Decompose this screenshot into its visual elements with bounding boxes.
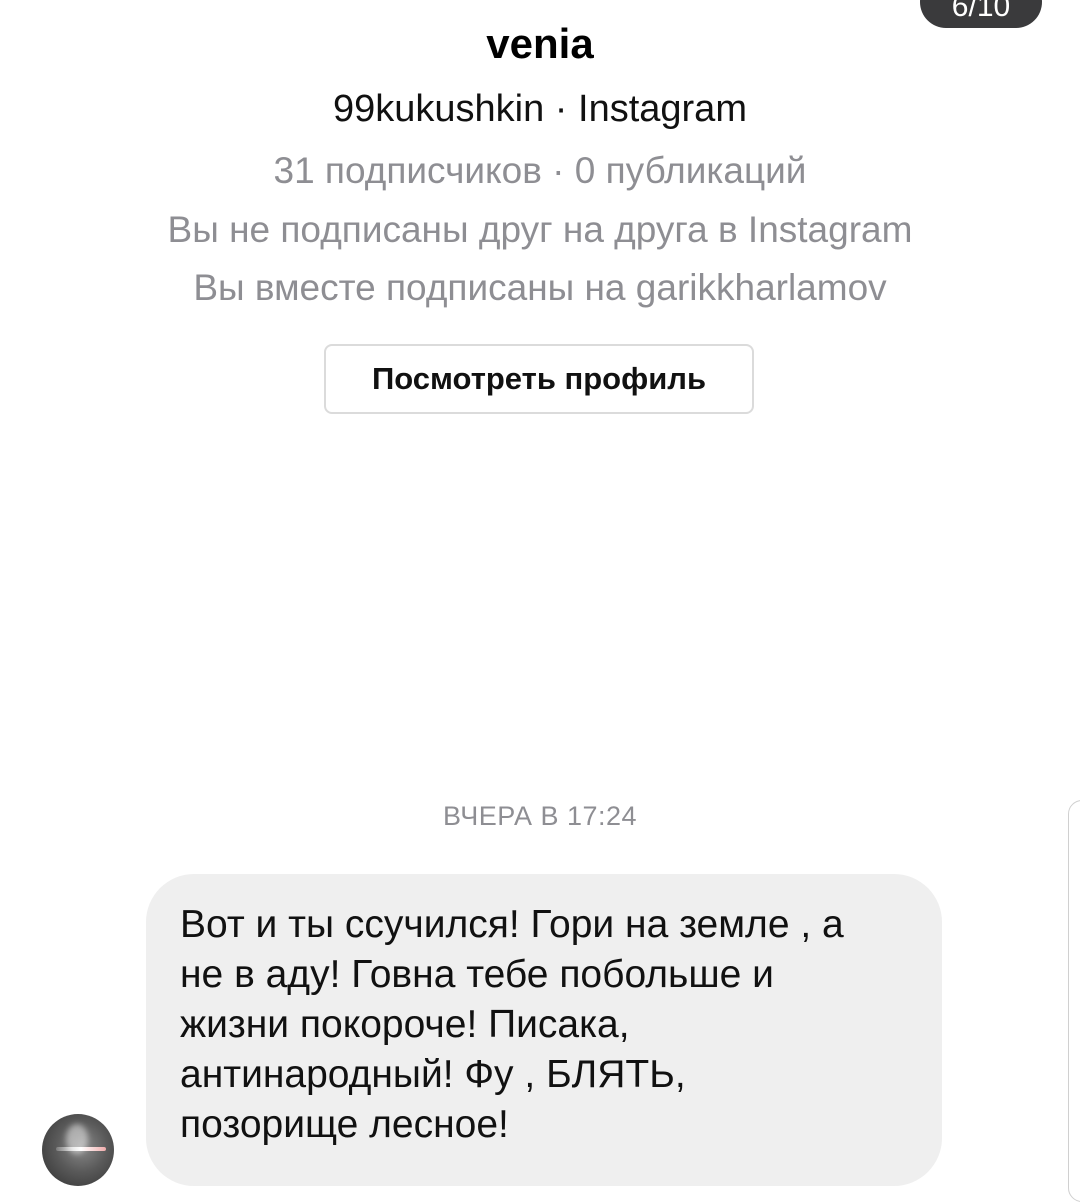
profile-stats: 31 подписчиков · 0 публикаций xyxy=(273,150,807,191)
follow-status: Вы не подписаны друг на друга в Instagra… xyxy=(167,209,913,250)
side-panel-edge xyxy=(1068,800,1080,1202)
sender-avatar[interactable] xyxy=(42,1114,114,1186)
view-profile-button[interactable]: Посмотреть профиль xyxy=(324,344,754,414)
avatar-image-streak xyxy=(56,1147,106,1151)
message-bubble[interactable]: Вот и ты ссучился! Гори на земле , а не … xyxy=(146,874,942,1186)
message-timestamp: ВЧЕРА В 17:24 xyxy=(442,801,638,831)
mutual-follow-info: Вы вместе подписаны на garikkharlamov xyxy=(193,267,887,308)
profile-handle: 99kukushkin · Instagram xyxy=(333,88,747,130)
profile-name: venia xyxy=(486,20,594,67)
